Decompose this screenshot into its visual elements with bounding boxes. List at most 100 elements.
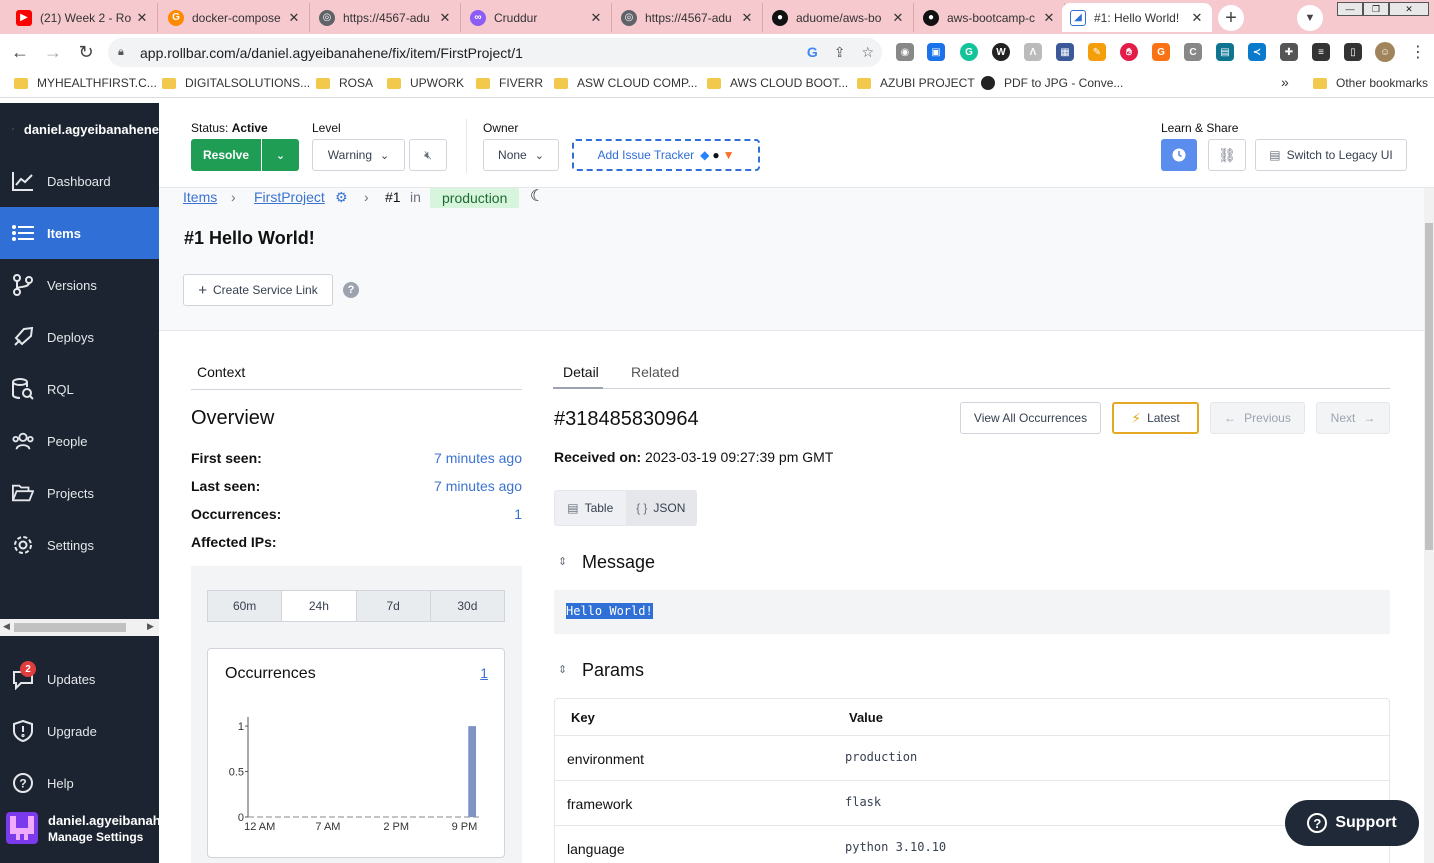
- tab-related[interactable]: Related: [631, 364, 679, 380]
- scroll-left-arrow-icon[interactable]: ◀: [3, 621, 10, 632]
- tab-search-chevron-icon[interactable]: ▼: [1297, 5, 1323, 31]
- resolve-button[interactable]: Resolve: [191, 139, 261, 171]
- mute-button[interactable]: 🔇︎: [409, 139, 447, 171]
- forward-arrow-icon[interactable]: →: [41, 40, 65, 64]
- reading-list-icon[interactable]: ≡: [1312, 43, 1330, 61]
- bookmark-folder[interactable]: DIGITALSOLUTIONS...: [162, 76, 310, 90]
- vscode-icon[interactable]: ≺: [1248, 43, 1266, 61]
- create-service-link-button[interactable]: + Create Service Link: [183, 274, 333, 306]
- extension-icon[interactable]: ▤: [1216, 43, 1234, 61]
- message-text[interactable]: Hello World!: [566, 603, 653, 619]
- profile-avatar[interactable]: ☺: [1375, 42, 1395, 62]
- close-icon[interactable]: ✕: [740, 10, 754, 26]
- browser-tab-active[interactable]: ◢ #1: Hello World! ✕: [1062, 3, 1212, 32]
- other-bookmarks[interactable]: Other bookmarks: [1313, 76, 1428, 90]
- close-icon[interactable]: ✕: [438, 10, 452, 26]
- browser-tab[interactable]: ● aduome/aws-bo ✕: [764, 3, 914, 32]
- breadcrumb-project[interactable]: FirstProject: [254, 189, 325, 205]
- browser-tab[interactable]: ◎ https://4567-adu ✕: [613, 3, 763, 32]
- learn-button[interactable]: [1161, 139, 1197, 171]
- bookmark-star-icon[interactable]: ☆: [861, 44, 874, 61]
- help-circle-icon[interactable]: ?: [343, 282, 359, 298]
- extension-icon[interactable]: ▦: [1056, 43, 1074, 61]
- sidebar-item-deploys[interactable]: Deploys: [0, 311, 159, 363]
- breadcrumb-items[interactable]: Items: [183, 189, 217, 205]
- google-icon[interactable]: G: [807, 44, 818, 61]
- sidebar-item-items[interactable]: Items: [0, 207, 159, 259]
- sidebar-item-versions[interactable]: Versions: [0, 259, 159, 311]
- manage-settings-link[interactable]: Manage Settings: [48, 830, 159, 844]
- share-icon[interactable]: ⇪: [834, 44, 846, 61]
- minimize-window-icon[interactable]: —: [1337, 2, 1363, 16]
- scroll-right-arrow-icon[interactable]: ▶: [147, 621, 154, 632]
- table-format-button[interactable]: ▤ Table: [555, 491, 626, 525]
- sidebar-item-updates[interactable]: 2 Updates: [0, 653, 159, 705]
- back-arrow-icon[interactable]: ←: [8, 40, 32, 64]
- previous-button[interactable]: ← Previous: [1210, 402, 1305, 434]
- grammarly-icon[interactable]: G: [960, 43, 978, 61]
- maximize-window-icon[interactable]: ❐: [1363, 2, 1389, 16]
- browser-tab[interactable]: G docker-compose ✕: [160, 3, 310, 32]
- collapse-params-icon[interactable]: ⇕: [558, 663, 567, 676]
- address-bar[interactable]: 🔒︎ app.rollbar.com/a/daniel.agyeibanahen…: [108, 38, 882, 67]
- range-tab-24h[interactable]: 24h: [282, 591, 357, 621]
- sidebar-item-people[interactable]: People: [0, 415, 159, 467]
- occurrences-value[interactable]: 1: [514, 506, 522, 522]
- close-icon[interactable]: ✕: [135, 10, 149, 26]
- extension-icon[interactable]: G: [1152, 43, 1170, 61]
- scrollbar-thumb[interactable]: [1425, 223, 1433, 550]
- share-link-button[interactable]: ⛓︎: [1208, 139, 1246, 171]
- bookmark-link[interactable]: PDF to JPG - Conve...: [981, 76, 1123, 90]
- support-button[interactable]: ? Support: [1285, 800, 1419, 846]
- close-window-icon[interactable]: ✕: [1389, 2, 1429, 16]
- sidebar-item-rql[interactable]: RQL: [0, 363, 159, 415]
- sidebar-item-settings[interactable]: Settings: [0, 519, 159, 571]
- extension-icon[interactable]: C: [1184, 43, 1202, 61]
- user-menu[interactable]: daniel.agyeibanahene Manage Settings: [0, 803, 159, 853]
- sidebar-item-projects[interactable]: Projects: [0, 467, 159, 519]
- last-seen-value[interactable]: 7 minutes ago: [434, 478, 522, 494]
- main-vertical-scrollbar[interactable]: [1424, 188, 1434, 863]
- range-tab-30d[interactable]: 30d: [431, 591, 504, 621]
- adblock-icon[interactable]: ✋︎: [1120, 43, 1138, 61]
- close-icon[interactable]: ✕: [1042, 10, 1056, 26]
- browser-tab[interactable]: ∞ Cruddur ✕: [462, 3, 612, 32]
- close-icon[interactable]: ✕: [891, 10, 905, 26]
- bookmark-folder[interactable]: AWS CLOUD BOOT...: [707, 76, 848, 90]
- owner-select[interactable]: None ⌄: [483, 139, 559, 171]
- close-icon[interactable]: ✕: [589, 10, 603, 26]
- browser-tab[interactable]: ◎ https://4567-adu ✕: [311, 3, 461, 32]
- bookmark-folder[interactable]: ROSA: [316, 76, 373, 90]
- tab-detail[interactable]: Detail: [563, 364, 599, 380]
- reload-icon[interactable]: ↻: [74, 40, 98, 64]
- side-panel-icon[interactable]: ▯: [1344, 43, 1362, 61]
- puzzle-icon[interactable]: ✚: [1280, 43, 1298, 61]
- level-select[interactable]: Warning ⌄: [312, 139, 405, 171]
- browser-tab[interactable]: ▶ (21) Week 2 - Ro ✕: [8, 3, 158, 32]
- close-icon[interactable]: ✕: [1190, 10, 1204, 26]
- collapse-message-icon[interactable]: ⇕: [558, 555, 567, 568]
- account-switcher[interactable]: daniel.agyeibanahene: [0, 103, 159, 155]
- color-picker-icon[interactable]: ✎: [1088, 43, 1106, 61]
- bookmark-folder[interactable]: FIVERR: [476, 76, 543, 90]
- browser-tab[interactable]: ● aws-bootcamp-c ✕: [915, 3, 1065, 32]
- close-icon[interactable]: ✕: [287, 10, 301, 26]
- browser-menu-icon[interactable]: ⋮: [1406, 40, 1430, 64]
- extension-icon[interactable]: Λ: [1024, 43, 1042, 61]
- bookmark-folder[interactable]: ASW CLOUD COMP...: [554, 76, 697, 90]
- range-tab-7d[interactable]: 7d: [357, 591, 431, 621]
- scrollbar-thumb[interactable]: [14, 623, 126, 632]
- occurrences-count-link[interactable]: 1: [480, 665, 488, 681]
- switch-legacy-ui-button[interactable]: ▤ Switch to Legacy UI: [1255, 139, 1407, 171]
- bookmark-folder[interactable]: AZUBI PROJECT: [857, 76, 975, 90]
- extension-icon[interactable]: ▣: [927, 43, 945, 61]
- tab-context[interactable]: Context: [191, 364, 522, 390]
- sidebar-item-upgrade[interactable]: Upgrade: [0, 705, 159, 757]
- range-tab-60m[interactable]: 60m: [208, 591, 283, 621]
- sidebar-item-help[interactable]: ? Help: [0, 757, 159, 809]
- bookmark-folder[interactable]: MYHEALTHFIRST.C...: [14, 76, 157, 90]
- project-settings-gear-icon[interactable]: ⚙︎: [335, 189, 348, 206]
- sidebar-item-dashboard[interactable]: Dashboard: [0, 155, 159, 207]
- sidebar-horizontal-scrollbar[interactable]: ◀ ▶: [0, 619, 159, 636]
- new-tab-button[interactable]: +: [1218, 5, 1244, 31]
